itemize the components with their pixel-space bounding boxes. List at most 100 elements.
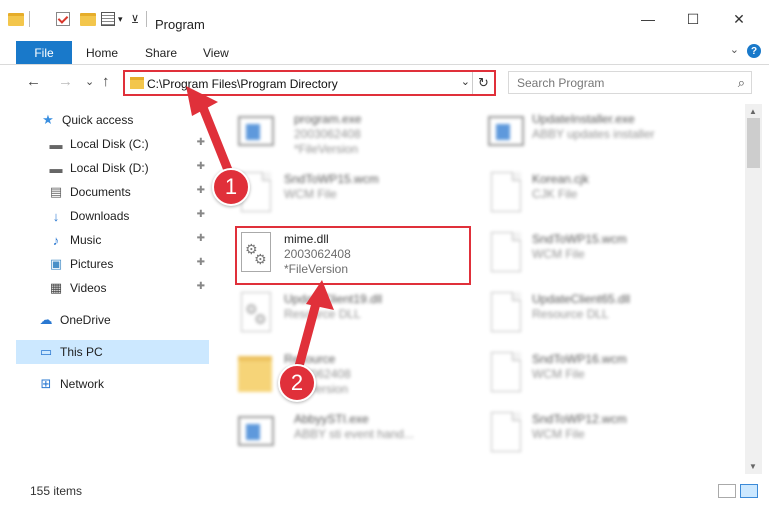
recent-locations-button[interactable]: ⌄	[85, 75, 94, 88]
file-detail: WCM File	[284, 187, 337, 201]
tab-file[interactable]: File	[16, 41, 72, 64]
toolbar-separator	[29, 10, 30, 28]
window-title: Program	[155, 17, 205, 32]
back-button[interactable]: ←	[26, 73, 41, 90]
step-badge-1: 1	[212, 168, 250, 206]
item-count: 155 items	[30, 484, 83, 498]
music-icon: ♪	[52, 232, 60, 248]
sidebar-item-network[interactable]: ⊞ Network	[38, 372, 209, 396]
network-icon: ⊞	[40, 376, 52, 391]
vertical-scrollbar[interactable]: ▲ ▼	[745, 104, 762, 474]
file-name: program.exe	[294, 112, 362, 126]
list-item[interactable]: Resource 2003062408 *FileVersion	[212, 346, 452, 402]
sidebar-item-label: OneDrive	[60, 313, 111, 327]
sidebar-item-downloads[interactable]: ↓ Downloads ✚	[48, 204, 209, 228]
file-list: program.exe 2003062408 *FileVersion Upda…	[212, 104, 745, 474]
search-icon[interactable]: ⌕	[738, 75, 745, 91]
documents-icon: ▤	[49, 184, 63, 199]
sidebar-item-onedrive[interactable]: ☁ OneDrive	[38, 308, 209, 332]
scroll-down-icon[interactable]: ▼	[749, 462, 757, 471]
sidebar-item-label: Quick access	[62, 113, 134, 127]
up-button[interactable]: ↑	[102, 73, 110, 90]
scrollbar-thumb[interactable]	[747, 118, 760, 168]
pin-icon[interactable]: ✚	[197, 233, 205, 244]
sidebar-item-quick-access[interactable]: ★ Quick access	[40, 108, 209, 132]
sidebar-item-music[interactable]: ♪ Music ✚	[48, 228, 209, 252]
search-input[interactable]: Search Program ⌕	[508, 71, 752, 94]
list-item[interactable]: UpdateClient65.dll Resource DLL	[462, 286, 702, 342]
file-name: AbbyySTI.exe	[294, 412, 369, 426]
forward-button[interactable]: →	[58, 73, 73, 90]
list-item[interactable]: Korean.cjk CJK File	[462, 166, 702, 222]
file-icon	[486, 170, 526, 216]
folder-icon	[8, 10, 24, 28]
download-icon: ↓	[52, 208, 60, 224]
pin-icon[interactable]: ✚	[197, 185, 205, 196]
details-view-icon[interactable]	[718, 484, 736, 498]
sidebar-item-label: Local Disk (D:)	[70, 161, 149, 175]
file-detail: *FileVersion	[294, 142, 359, 156]
close-button[interactable]: ✕	[719, 8, 759, 30]
sidebar-item-local-disk-d[interactable]: ▬ Local Disk (D:) ✚	[48, 156, 209, 180]
file-detail: Resource DLL	[284, 307, 361, 321]
tiles-view-icon[interactable]	[740, 484, 758, 498]
installer-icon	[236, 110, 276, 156]
sidebar-item-this-pc[interactable]: ▭ This PC	[16, 340, 209, 364]
pin-icon[interactable]: ✚	[197, 137, 205, 148]
tab-share[interactable]: Share	[145, 46, 177, 60]
sidebar-item-label: Local Disk (C:)	[70, 137, 149, 151]
list-item[interactable]: ⚙ ⚙ UpdateClient19.dll Resource DLL	[212, 286, 452, 342]
tab-home[interactable]: Home	[86, 46, 118, 60]
file-name: UpdateInstaller.exe	[532, 112, 635, 126]
pin-icon[interactable]: ✚	[197, 281, 205, 292]
file-name: UpdateClient65.dll	[532, 292, 631, 306]
list-item[interactable]: UpdateInstaller.exe ABBY updates install…	[462, 106, 702, 162]
folder-icon	[130, 77, 144, 89]
sidebar-item-label: This PC	[60, 345, 103, 359]
new-folder-icon[interactable]	[80, 10, 96, 28]
file-icon	[486, 290, 526, 336]
pin-icon[interactable]: ✚	[197, 209, 205, 220]
search-placeholder: Search Program	[517, 76, 605, 90]
file-name: SndToWP12.wcm	[532, 412, 627, 426]
list-item[interactable]: program.exe 2003062408 *FileVersion	[212, 106, 452, 162]
tab-view[interactable]: View	[203, 46, 229, 60]
file-icon	[486, 410, 526, 456]
list-item[interactable]: SndToWP15.wcm WCM File	[462, 226, 702, 282]
sidebar-item-documents[interactable]: ▤ Documents ✚	[48, 180, 209, 204]
file-name: UpdateClient19.dll	[284, 292, 383, 306]
scroll-up-icon[interactable]: ▲	[749, 107, 757, 116]
sidebar-item-label: Documents	[70, 185, 131, 199]
app-icon	[236, 410, 276, 456]
list-item[interactable]: AbbyySTI.exe ABBY sti event hand...	[212, 406, 452, 462]
properties-check-icon[interactable]	[56, 10, 70, 28]
address-bar[interactable]: C:\Program Files\Program Directory ⌄ ↻	[123, 70, 496, 96]
file-detail: ABBY sti event hand...	[294, 427, 414, 441]
pin-icon[interactable]: ✚	[197, 257, 205, 268]
maximize-button[interactable]: ☐	[673, 8, 713, 30]
ribbon-expand-icon[interactable]: ⌄	[730, 43, 739, 56]
minimize-button[interactable]: —	[628, 8, 668, 30]
help-icon[interactable]: ?	[747, 44, 761, 58]
list-item[interactable]: SndToWP16.wcm WCM File	[462, 346, 702, 402]
chevron-down-icon[interactable]: ▾	[118, 10, 123, 28]
pin-icon[interactable]: ✚	[197, 161, 205, 172]
address-path[interactable]: C:\Program Files\Program Directory	[147, 77, 338, 91]
file-detail: CJK File	[532, 187, 578, 201]
sidebar-item-label: Pictures	[70, 257, 114, 271]
properties-icon[interactable]	[101, 10, 115, 28]
chevron-down-icon[interactable]: ⌄	[461, 75, 470, 88]
title-bar: ▾ ⊻ Program — ☐ ✕	[0, 0, 769, 38]
file-detail: WCM File	[532, 367, 585, 381]
sidebar-item-local-disk-c[interactable]: ▬ Local Disk (C:) ✚	[48, 132, 209, 156]
refresh-button[interactable]: ↻	[472, 72, 494, 94]
navigation-pane: ★ Quick access ▬ Local Disk (C:) ✚ ▬ Loc…	[0, 104, 212, 474]
list-item[interactable]: SndToWP12.wcm WCM File	[462, 406, 702, 462]
file-name: Korean.cjk	[532, 172, 589, 186]
drive-icon: ▬	[49, 136, 63, 152]
cloud-icon: ☁	[39, 312, 53, 327]
sidebar-item-pictures[interactable]: ▣ Pictures ✚	[48, 252, 209, 276]
customize-quick-access-icon[interactable]: ⊻	[131, 10, 139, 28]
sidebar-item-videos[interactable]: ▦ Videos ✚	[48, 276, 209, 300]
sidebar-item-label: Network	[60, 377, 105, 391]
